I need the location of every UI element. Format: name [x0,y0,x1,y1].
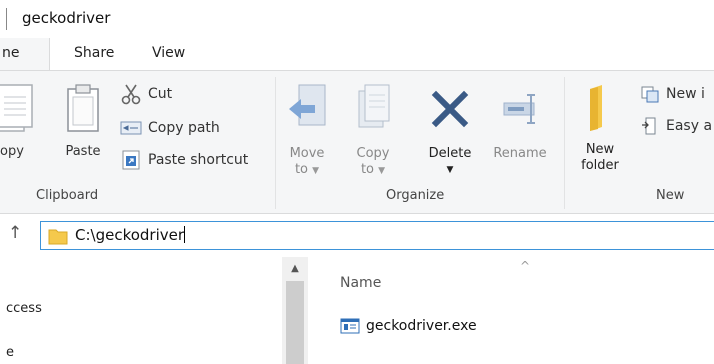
new-folder-button[interactable]: New folder [572,81,628,174]
paste-label: Paste [65,144,101,159]
dropdown-arrow-icon: ▼ [378,166,386,176]
copy-label: opy [0,144,24,159]
nav-item[interactable]: e [6,345,14,360]
navigation-pane: ccess e [0,257,310,364]
copy-to-button[interactable]: Copy to ▼ [350,81,396,179]
address-path[interactable]: C:\geckodriver [75,226,186,244]
new-folder-label-line1: New [585,142,615,157]
ribbon: opy Paste Cut Copy path Paste shortcut C… [0,70,714,214]
tab-home[interactable]: ne [0,38,50,71]
address-bar-row: ↑ C:\geckodriver [0,215,714,257]
folder-icon [48,229,68,245]
new-group-label: New [656,188,685,203]
paste-shortcut-icon [122,150,140,170]
move-to-icon [289,84,326,126]
tab-share[interactable]: Share [74,38,114,70]
copy-to-icon [358,84,390,128]
rename-button[interactable]: Rename [486,81,554,162]
easy-access-icon [642,117,656,135]
easy-access-label: Easy a [666,118,713,134]
copy-path-icon [120,121,142,135]
paste-shortcut-button[interactable]: Paste shortcut [120,149,248,171]
title-separator [6,8,7,30]
scissors-icon [121,84,141,105]
file-name: geckodriver.exe [366,318,477,334]
new-item-icon [641,86,659,103]
scrollbar-thumb[interactable] [286,281,304,364]
exe-file-icon [340,318,360,334]
clipboard-group-label: Clipboard [36,188,99,203]
address-bar[interactable]: C:\geckodriver [40,221,714,250]
rename-icon [503,94,535,124]
ribbon-tabs: ne Share View [0,38,714,71]
paste-shortcut-label: Paste shortcut [148,152,249,168]
sort-caret-icon: ^ [520,259,531,273]
window-title: geckodriver [22,9,111,27]
easy-access-button[interactable]: Easy a [640,115,712,137]
group-separator [275,77,276,209]
group-separator [564,77,565,209]
nav-item-quick-access[interactable]: ccess [6,301,42,316]
copy-icon [0,84,33,132]
cut-button[interactable]: Cut [120,83,172,105]
clipboard-icon [67,84,99,132]
move-to-label-line2: to ▼ [284,162,330,179]
paste-button[interactable]: Paste [58,81,108,160]
copy-to-label-line1: Copy [356,146,390,161]
folder-icon [590,85,602,131]
delete-button[interactable]: Delete ▼ [420,81,480,178]
dropdown-arrow-icon: ▼ [312,166,320,176]
nav-scrollbar[interactable]: ▲ [282,257,308,364]
scroll-up-icon[interactable]: ▲ [282,263,308,274]
move-to-label-line1: Move [289,146,325,161]
file-item[interactable]: geckodriver.exe [340,315,477,337]
copy-path-button[interactable]: Copy path [120,117,220,139]
delete-label: Delete [428,146,472,161]
copy-to-label-line2-text: to [360,162,374,177]
copy-to-label-line2: to ▼ [350,162,396,179]
rename-label: Rename [493,146,547,161]
move-to-label-line2-text: to [294,162,308,177]
move-to-button[interactable]: Move to ▼ [284,81,330,179]
copy-button[interactable]: opy [0,81,40,160]
new-item-label: New i [666,86,705,102]
text-caret [184,226,186,243]
address-path-text: C:\geckodriver [75,226,185,244]
delete-x-icon [431,90,469,128]
title-bar: geckodriver [0,0,714,38]
new-folder-label-line2: folder [581,158,619,173]
delete-dropdown-icon[interactable]: ▼ [420,162,480,178]
up-arrow-icon[interactable]: ↑ [8,223,22,243]
tab-view[interactable]: View [152,38,185,70]
cut-label: Cut [148,86,173,102]
file-list: ^ Name geckodriver.exe [310,257,714,364]
copy-path-label: Copy path [148,120,220,136]
new-item-button[interactable]: New i [640,83,705,105]
column-header-name[interactable]: Name [340,275,381,291]
organize-group-label: Organize [386,188,445,203]
